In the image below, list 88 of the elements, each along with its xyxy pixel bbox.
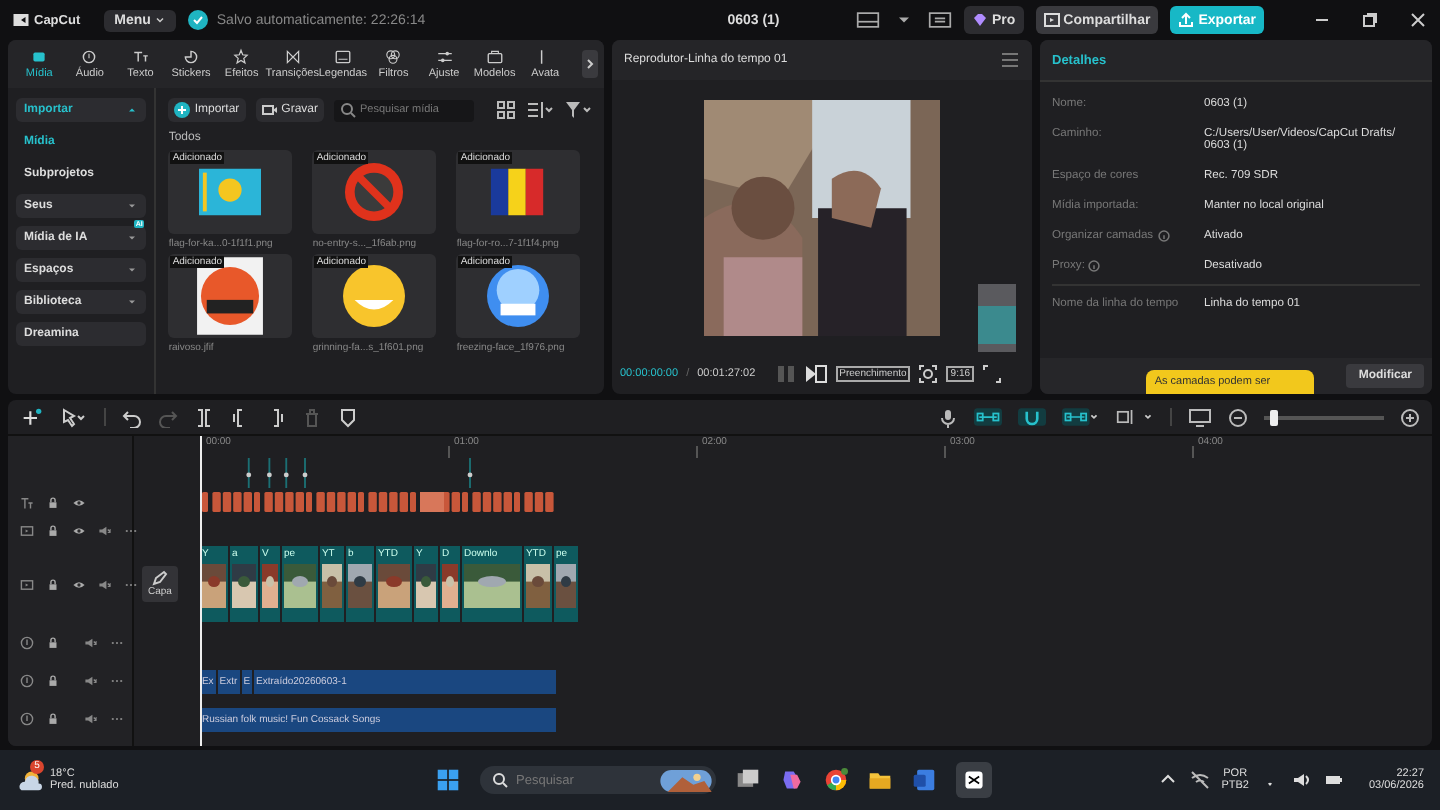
cursor-icon[interactable]	[60, 407, 88, 427]
magnet-icon[interactable]	[1018, 408, 1046, 426]
zoom-in-icon[interactable]	[1400, 407, 1420, 427]
sliders-icon	[435, 48, 454, 66]
music-note-icon	[20, 636, 34, 650]
camera-icon	[261, 102, 278, 118]
folder-icon[interactable]	[868, 768, 892, 792]
copilot-icon[interactable]	[780, 768, 804, 792]
text-icon	[20, 495, 34, 509]
fullscreen-icon[interactable]	[982, 364, 1003, 384]
close-icon[interactable]	[1408, 10, 1428, 30]
capcut-icon[interactable]	[956, 762, 992, 798]
speaker-icon[interactable]	[84, 712, 98, 726]
captions-icon	[333, 48, 352, 66]
caret-icon	[126, 264, 139, 276]
caret-icon	[126, 232, 139, 244]
text-clips-drawing[interactable]	[199, 490, 560, 514]
filter-icon[interactable]	[564, 100, 592, 120]
caret-icon	[126, 104, 139, 116]
filter-icon	[384, 48, 403, 66]
speaker-icon[interactable]	[98, 577, 112, 591]
caret-icon	[126, 296, 139, 308]
music-note-icon	[20, 674, 34, 688]
pencil-icon	[151, 570, 168, 586]
undo-icon[interactable]	[122, 407, 142, 427]
chrome-icon[interactable]	[824, 768, 848, 792]
search-icon	[340, 102, 356, 118]
grid-view-icon[interactable]	[496, 100, 516, 120]
info-icon	[1088, 260, 1101, 272]
menu-icon[interactable]	[1000, 50, 1020, 70]
play-icon[interactable]	[803, 364, 828, 384]
microphone-icon[interactable]	[938, 407, 958, 427]
lock-icon[interactable]	[46, 636, 60, 650]
plus-icon	[174, 102, 191, 118]
search-icon	[492, 772, 508, 788]
template-icon	[485, 48, 504, 66]
logo-icon	[12, 12, 30, 28]
scroll-right-button[interactable]	[582, 50, 598, 78]
eye-icon[interactable]	[72, 523, 86, 537]
lock-icon[interactable]	[46, 674, 60, 688]
add-icon[interactable]	[20, 407, 44, 427]
layer-indicator	[978, 284, 1016, 352]
cloud-sun-icon[interactable]	[16, 768, 44, 792]
chevron-right-icon	[582, 56, 598, 72]
zoom-thumb[interactable]	[1270, 409, 1278, 425]
screen-icon[interactable]	[1188, 407, 1212, 427]
volume-icon[interactable]	[1292, 770, 1313, 790]
caret-icon	[126, 200, 139, 212]
video-icon	[20, 577, 34, 591]
info-icon	[1157, 230, 1170, 242]
focus-icon[interactable]	[918, 364, 939, 384]
video-icon	[20, 523, 34, 537]
panel-icon[interactable]	[927, 10, 952, 30]
sticker-icon	[182, 48, 201, 66]
link-icon[interactable]	[974, 408, 1002, 426]
music-note-icon	[80, 48, 99, 66]
layout-icon[interactable]	[855, 10, 880, 30]
task-view-icon[interactable]	[736, 768, 760, 792]
diamond-icon	[971, 12, 988, 28]
restore-icon[interactable]	[1360, 10, 1380, 30]
network-off-icon[interactable]	[1189, 770, 1210, 790]
star-icon	[232, 48, 251, 66]
zoom-out-icon[interactable]	[1228, 407, 1248, 427]
marker-icon[interactable]	[338, 407, 358, 427]
speaker-icon[interactable]	[98, 523, 112, 537]
media-icon	[30, 48, 49, 66]
windows-start-icon[interactable]	[436, 768, 460, 792]
lock-icon[interactable]	[46, 523, 60, 537]
transition-icon	[283, 48, 302, 66]
battery-icon[interactable]	[1324, 770, 1345, 790]
caret-icon	[154, 14, 167, 26]
split-icon[interactable]	[194, 407, 214, 427]
speaker-icon[interactable]	[84, 674, 98, 688]
sort-icon[interactable]	[526, 100, 554, 120]
share-icon	[1043, 12, 1060, 28]
link-icon[interactable]	[1062, 408, 1100, 426]
eye-icon[interactable]	[72, 577, 86, 591]
text-icon	[131, 48, 150, 66]
lock-icon[interactable]	[46, 495, 60, 509]
preview-axis-icon[interactable]	[1116, 408, 1154, 426]
lock-icon[interactable]	[46, 712, 60, 726]
eye-icon[interactable]	[72, 495, 86, 509]
music-note-icon	[20, 712, 34, 726]
word-icon[interactable]	[912, 768, 936, 792]
lock-icon[interactable]	[46, 577, 60, 591]
upload-icon	[1178, 12, 1195, 28]
check-icon	[188, 10, 209, 30]
speaker-icon[interactable]	[84, 636, 98, 650]
